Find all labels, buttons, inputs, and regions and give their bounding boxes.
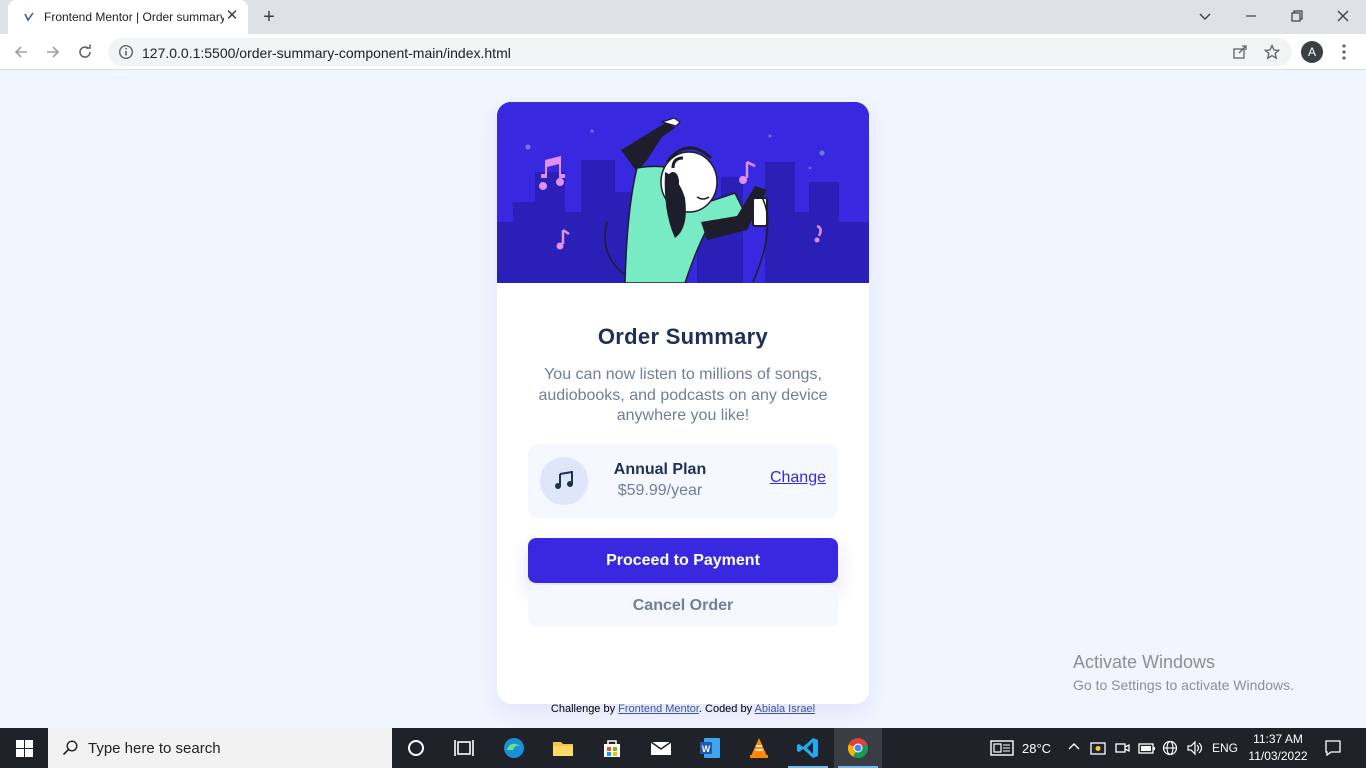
new-tab-button[interactable]: + bbox=[258, 6, 280, 28]
taskbar-search-box[interactable]: Type here to search bbox=[48, 728, 392, 768]
browser-tab[interactable]: Frontend Mentor | Order summary ✕ bbox=[8, 0, 248, 34]
taskbar-clock[interactable]: 11:37 AM 11/03/2022 bbox=[1240, 731, 1316, 765]
taskbar-search-placeholder: Type here to search bbox=[88, 740, 221, 757]
minimize-button[interactable] bbox=[1236, 3, 1266, 29]
arrow-left-icon bbox=[14, 46, 27, 58]
address-bar[interactable]: 127.0.0.1:5500/order-summary-component-m… bbox=[108, 38, 1292, 66]
vscode-icon bbox=[797, 738, 818, 758]
search-icon bbox=[62, 740, 78, 756]
edge-browser-icon bbox=[504, 738, 524, 758]
reload-icon bbox=[79, 44, 91, 58]
taskbar-word[interactable]: W bbox=[686, 728, 734, 768]
security-tray-icon[interactable] bbox=[1090, 740, 1106, 756]
order-summary-card: Order Summary You can now listen to mill… bbox=[497, 102, 869, 704]
attribution-middle: . Coded by bbox=[698, 703, 755, 715]
attribution-prefix: Challenge by bbox=[550, 703, 619, 715]
profile-avatar[interactable]: A bbox=[1301, 41, 1323, 63]
chevron-up-icon[interactable] bbox=[1068, 741, 1080, 753]
clock-date: 11/03/2022 bbox=[1248, 749, 1308, 763]
frontend-mentor-favicon bbox=[24, 12, 34, 22]
frontend-mentor-link[interactable]: Frontend Mentor bbox=[618, 703, 699, 715]
activate-windows-subtitle: Go to Settings to activate Windows. bbox=[1073, 677, 1294, 693]
vlc-icon bbox=[750, 738, 768, 758]
back-button[interactable] bbox=[8, 39, 34, 65]
plan-price: $59.99/year bbox=[617, 482, 703, 499]
activate-windows-title: Activate Windows bbox=[1073, 652, 1216, 672]
start-button[interactable] bbox=[0, 728, 48, 768]
restore-button[interactable] bbox=[1282, 3, 1312, 29]
cancel-order-button[interactable]: Cancel Order bbox=[528, 585, 838, 627]
music-note-icon bbox=[555, 471, 573, 489]
plan-box: Annual Plan $59.99/year Change bbox=[528, 444, 838, 518]
more-menu-icon[interactable] bbox=[1336, 42, 1352, 62]
weather-temperature[interactable]: 28°C bbox=[1022, 741, 1051, 756]
order-summary-description: You can now listen to millions of songs,… bbox=[538, 366, 828, 424]
page-viewport: Order Summary You can now listen to mill… bbox=[0, 71, 1366, 728]
site-info-icon[interactable] bbox=[118, 44, 134, 60]
tab-search-icon[interactable] bbox=[1190, 3, 1220, 29]
hero-illustration-svg bbox=[497, 102, 869, 283]
chrome-icon bbox=[847, 738, 868, 759]
activate-windows-watermark: Activate Windows Go to Settings to activ… bbox=[1073, 652, 1294, 693]
taskbar-mail[interactable] bbox=[637, 728, 685, 768]
cortana-button[interactable] bbox=[392, 728, 440, 768]
hero-illustration bbox=[497, 102, 869, 283]
order-summary-title: Order Summary bbox=[597, 324, 769, 349]
url-text: 127.0.0.1:5500/order-summary-component-m… bbox=[142, 45, 511, 61]
taskbar: Type here to search W 28°C ENG 11:37 AM bbox=[0, 728, 1366, 768]
attribution: Challenge by Frontend Mentor. Coded by A… bbox=[0, 703, 1366, 715]
change-plan-link[interactable]: Change bbox=[770, 469, 826, 487]
author-link[interactable]: Abiala Israel bbox=[755, 703, 816, 715]
volume-icon[interactable] bbox=[1186, 740, 1204, 756]
taskbar-store[interactable] bbox=[588, 728, 636, 768]
news-weather-icon[interactable] bbox=[990, 740, 1014, 756]
clock-time: 11:37 AM bbox=[1253, 732, 1303, 746]
taskbar-edge[interactable] bbox=[490, 728, 538, 768]
share-icon[interactable] bbox=[1232, 44, 1248, 60]
proceed-to-payment-button[interactable]: Proceed to Payment bbox=[528, 538, 838, 583]
language-indicator[interactable]: ENG bbox=[1212, 741, 1238, 755]
task-view-button[interactable] bbox=[440, 728, 488, 768]
network-globe-icon[interactable] bbox=[1162, 740, 1178, 756]
taskbar-chrome[interactable] bbox=[834, 728, 882, 768]
bookmark-star-icon[interactable] bbox=[1264, 44, 1280, 60]
meet-now-icon[interactable] bbox=[1114, 740, 1130, 756]
task-view-icon bbox=[454, 740, 474, 756]
windows-logo-icon bbox=[16, 740, 33, 757]
taskbar-vscode[interactable] bbox=[784, 728, 832, 768]
notifications-icon[interactable] bbox=[1324, 739, 1342, 757]
plan-icon-circle bbox=[540, 457, 588, 505]
reload-button[interactable] bbox=[72, 39, 98, 65]
close-window-button[interactable] bbox=[1328, 3, 1358, 29]
cortana-circle-icon bbox=[408, 740, 424, 756]
forward-button[interactable] bbox=[40, 39, 66, 65]
file-explorer-icon bbox=[553, 742, 573, 756]
plan-name: Annual Plan bbox=[613, 461, 707, 478]
close-tab-icon[interactable]: ✕ bbox=[224, 8, 240, 24]
microsoft-store-icon bbox=[604, 740, 620, 757]
battery-icon[interactable] bbox=[1138, 740, 1156, 756]
arrow-right-icon bbox=[47, 46, 60, 58]
tab-title: Frontend Mentor | Order summary bbox=[44, 10, 224, 24]
word-icon: W bbox=[700, 738, 720, 758]
browser-tabstrip: Frontend Mentor | Order summary ✕ + bbox=[0, 0, 1366, 34]
taskbar-file-explorer[interactable] bbox=[539, 728, 587, 768]
taskbar-vlc[interactable] bbox=[735, 728, 783, 768]
svg-text:W: W bbox=[702, 744, 711, 754]
browser-toolbar: 127.0.0.1:5500/order-summary-component-m… bbox=[0, 34, 1366, 70]
mail-icon bbox=[650, 741, 672, 755]
